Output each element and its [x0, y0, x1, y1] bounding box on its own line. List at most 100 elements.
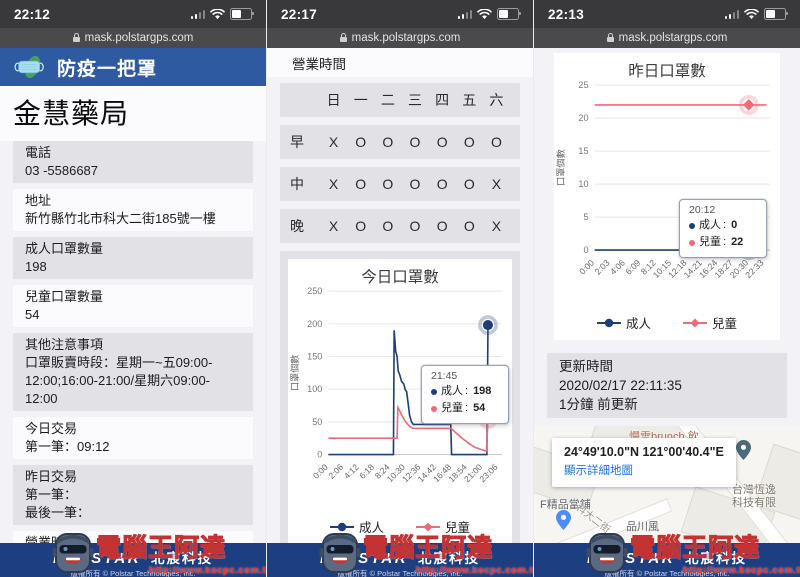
phone-screenshot-middle: 22:17 mask.polstargps.com 營業時間 日一二三四五六早X… [266, 0, 533, 577]
schedule-row: 早XOOOOOO [280, 125, 520, 159]
polstar-logo: ✦ POLSTAR [52, 543, 142, 567]
svg-text:250: 250 [307, 286, 322, 296]
polstar-logo: ✦ POLSTAR [586, 543, 676, 567]
page-content: 營業時間 日一二三四五六早XOOOOOO 中XOOOOOX 晚XOOOOOX 今日口… [267, 48, 533, 543]
wifi-icon [744, 8, 759, 19]
tooltip-row: 成人:0 [689, 217, 757, 234]
footer-company-name: 北宸科技 [151, 551, 214, 566]
series-dot-icon [431, 388, 437, 395]
map-pin-icon [736, 440, 751, 461]
page-content: 防疫一把罩 金慧藥局 電話 03 -5586687 地址 新竹縣竹北市科大二街185號… [0, 48, 266, 543]
info-row: 電話 03 -5586687 [13, 141, 253, 183]
battery-icon [497, 8, 521, 20]
chart-card: 今日口罩數 0 50 100 150 200 250 0:00 2:06 4:12 6:18 8:2… [288, 259, 512, 543]
url-text: mask.polstargps.com [351, 32, 461, 44]
schedule-row: 晚XOOOOOX [280, 209, 520, 243]
svg-text:2:06: 2:06 [326, 462, 345, 481]
pharmacy-info-list: 電話 03 -5586687 地址 新竹縣竹北市科大二街185號一樓 成人口罩數量 198… [0, 141, 266, 543]
map-poi-dot-icon [638, 536, 651, 543]
yesterday-mask-chart[interactable]: 0 5 10 15 20 25 0:00 2:03 4:06 6:09 8:12 10:15 12:18… [554, 77, 780, 313]
svg-text:4:12: 4:12 [342, 462, 361, 481]
chart-tooltip: 21:45 成人:198 兒童:54 [421, 365, 509, 425]
app-title: 防疫一把罩 [57, 58, 158, 80]
url-text: mask.polstargps.com [84, 32, 194, 44]
cellular-signal-icon [724, 9, 739, 19]
map-coordinates: 24°49'10.0"N 121°00'40.4"E [564, 445, 724, 460]
yesterday-chart-card: 昨日口罩數 0 5 10 15 20 25 0:00 2:03 4:06 6:09 8:12 10:1… [554, 53, 780, 341]
business-hours-heading: 營業時間 [267, 48, 533, 77]
lock-icon [606, 33, 614, 43]
info-row: 其他注意事項 口罩販賣時段：星期一~五09:00-12:00;16:00-21:0… [13, 333, 253, 411]
map-label-restaurant: 品川風 [626, 521, 659, 534]
svg-text:25: 25 [578, 80, 588, 90]
info-row: 今日交易 第一筆：09:12 [13, 417, 253, 459]
schedule-row: 中XOOOOOX [280, 167, 520, 201]
status-time: 22:17 [281, 6, 318, 22]
map[interactable]: 慢雲brunch 飲 24°49'10.0"N 121°00'40.4"E 顯示… [534, 426, 800, 543]
footer-copyright: 版權所有 © Polstar Technologies, Inc. [604, 569, 730, 577]
chart-legend: 成人 兒童 [554, 313, 780, 340]
footer-copyright: 版權所有 © Polstar Technologies, Inc. [337, 569, 463, 577]
svg-text:6:09: 6:09 [623, 258, 642, 277]
svg-text:6:18: 6:18 [357, 462, 376, 481]
info-row: 成人口罩數量 198 [13, 237, 253, 279]
legend-item: 成人 [329, 517, 384, 536]
site-footer: ✦ POLSTAR 北宸科技 版權所有 © Polstar Technologie… [534, 543, 800, 577]
status-time: 22:13 [548, 6, 585, 22]
update-label: 更新時間 [559, 359, 613, 375]
svg-text:150: 150 [307, 351, 322, 361]
series-dot-icon [431, 405, 437, 412]
chart-title: 昨日口罩數 [628, 63, 706, 80]
cellular-signal-icon [457, 9, 472, 19]
phone-screenshot-right: 22:13 mask.polstargps.com 昨日口罩數 0 5 10 15 20… [533, 0, 800, 577]
info-row: 營業時間 [13, 531, 253, 543]
today-chart-section: 今日口罩數 0 50 100 150 200 250 0:00 2:06 4:12 6:18 8:2… [280, 251, 520, 543]
svg-text:23:06: 23:06 [477, 462, 499, 484]
svg-text:15: 15 [578, 146, 588, 156]
map-pin-icon [556, 510, 571, 531]
series-dot-icon [689, 222, 695, 229]
footer-copyright: 版權所有 © Polstar Technologies, Inc. [70, 569, 196, 577]
battery-icon [764, 8, 788, 20]
update-ago: 1分鐘 前更新 [559, 397, 638, 413]
site-footer: ✦ POLSTAR 北宸科技 版權所有 © Polstar Technologie… [267, 543, 533, 577]
svg-text:0: 0 [317, 450, 322, 460]
legend-item: 兒童 [683, 313, 737, 332]
series-dot-icon [689, 239, 695, 246]
battery-icon [230, 8, 254, 20]
phone-screenshot-left: 22:12 mask.polstargps.com 防疫一把罩 金慧藥局 電話 … [0, 0, 266, 577]
pharmacy-name: 金慧藥局 [0, 86, 266, 141]
schedule-header-row: 日一二三四五六 [280, 83, 520, 117]
triple-screenshot-canvas: 22:12 mask.polstargps.com 防疫一把罩 金慧藥局 電話 … [0, 0, 800, 577]
tooltip-row: 兒童:54 [431, 400, 499, 417]
footer-company-name: 北宸科技 [685, 551, 748, 566]
chart-tooltip: 20:12 成人:0 兒童:22 [679, 199, 767, 259]
tooltip-time: 21:45 [431, 370, 458, 382]
svg-text:4:06: 4:06 [608, 258, 627, 277]
tooltip-row: 成人:198 [431, 383, 499, 400]
url-bar[interactable]: mask.polstargps.com [0, 28, 266, 48]
svg-text:0:00: 0:00 [577, 258, 596, 277]
info-row: 地址 新竹縣竹北市科大二街185號一樓 [13, 189, 253, 231]
chart-title: 今日口罩數 [361, 269, 439, 286]
map-detail-link[interactable]: 顯示詳細地圖 [564, 462, 633, 478]
url-bar[interactable]: mask.polstargps.com [534, 28, 800, 48]
legend-item: 成人 [596, 313, 651, 332]
url-bar[interactable]: mask.polstargps.com [267, 28, 533, 48]
lock-icon [72, 33, 80, 43]
svg-text:5: 5 [584, 212, 589, 222]
page-content: 昨日口罩數 0 5 10 15 20 25 0:00 2:03 4:06 6:09 8:12 10:1… [534, 48, 800, 543]
wifi-icon [477, 8, 492, 19]
update-time-box: 更新時間 2020/02/17 22:11:35 1分鐘 前更新 [547, 353, 787, 419]
chart-legend: 成人 兒童 [288, 517, 512, 543]
status-icons [190, 8, 254, 20]
svg-text:0:00: 0:00 [311, 462, 330, 481]
status-bar: 22:17 [267, 0, 533, 28]
mask-app-logo-icon [14, 55, 44, 79]
status-icons [724, 8, 788, 20]
wifi-icon [210, 8, 225, 19]
svg-text:200: 200 [307, 319, 322, 329]
info-row: 昨日交易 第一筆： 最後一筆： [13, 465, 253, 525]
app-header: 防疫一把罩 [0, 48, 266, 86]
star-icon: ✦ [332, 543, 343, 552]
